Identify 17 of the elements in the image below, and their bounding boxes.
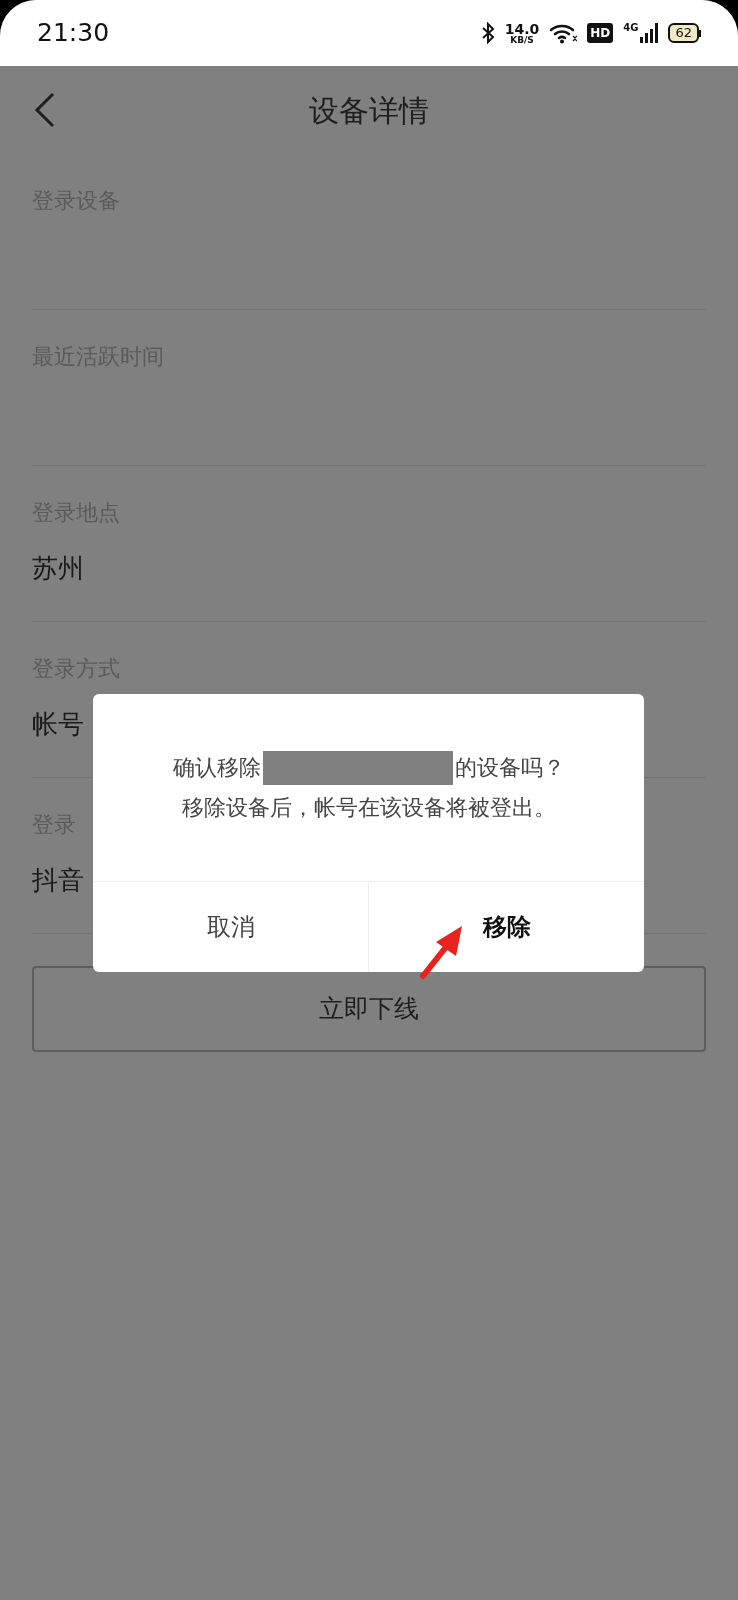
field-value: 帐号 [32,709,84,739]
dialog-message: 移除设备后，帐号在该设备将被登出。 [181,793,556,822]
bluetooth-icon [480,22,495,44]
speed-unit: KB/S [510,35,534,45]
signal-icon [640,23,659,43]
wifi-icon [549,22,578,44]
back-icon[interactable] [34,92,56,128]
battery-icon: 62 [668,23,701,43]
dialog-message: 确认移除 [172,753,261,782]
clock-time: 21:30 [37,17,110,50]
field-value: 苏州 [32,553,84,583]
hd-badge: HD [587,23,614,43]
network-speed: 14.0 [504,21,540,36]
network-type: 4G [623,23,639,33]
field-value: 抖音 [32,865,84,895]
page-title: 设备详情 [309,91,429,130]
dialog-message: 的设备吗？ [454,753,565,782]
